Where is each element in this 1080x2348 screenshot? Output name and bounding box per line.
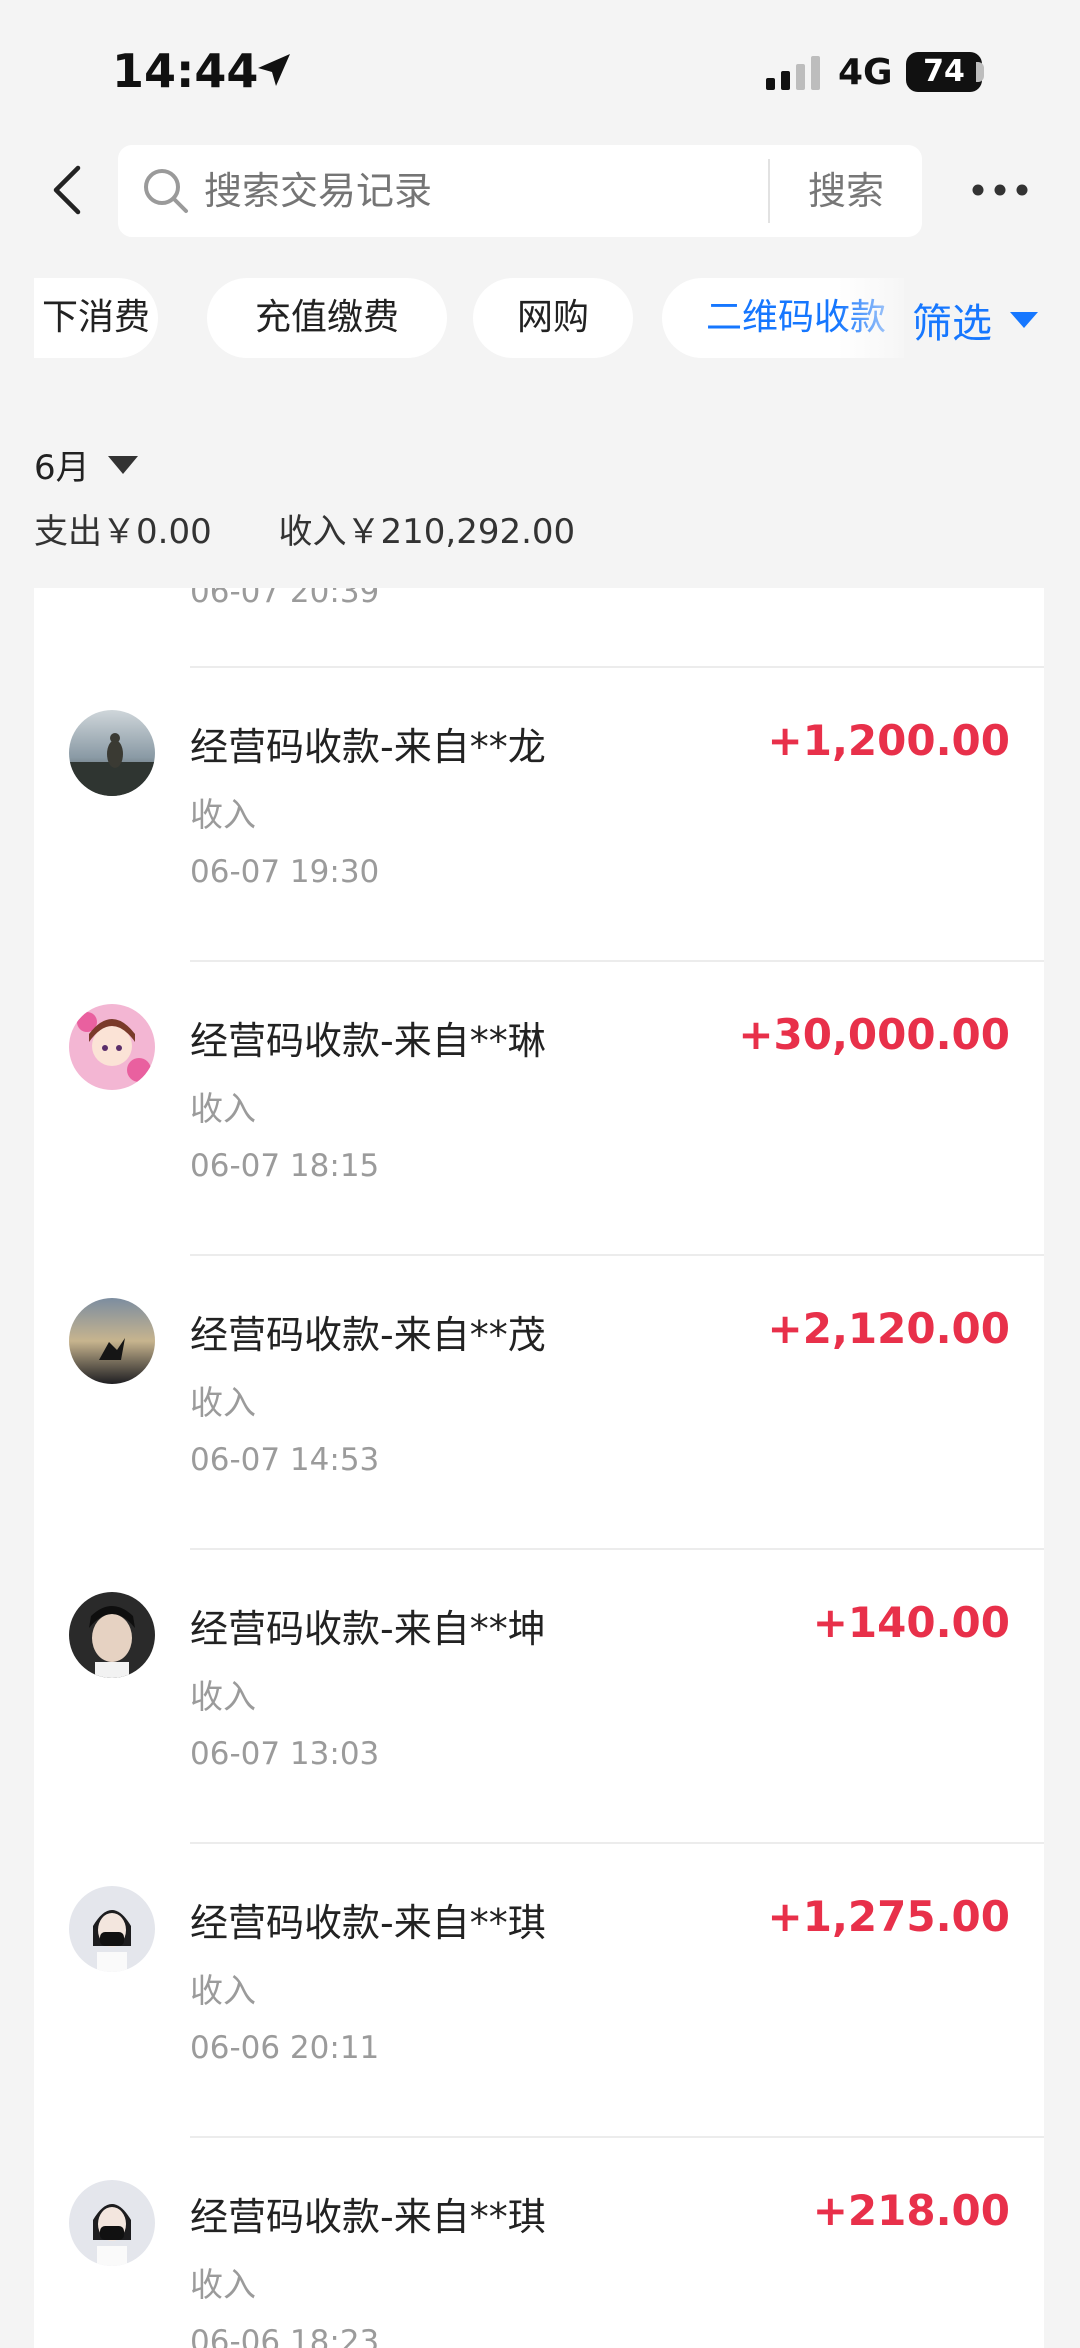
chip-label: 充值缴费 xyxy=(254,297,399,338)
transaction-time: 06-07 14:53 xyxy=(190,1442,380,1478)
chip-label: 下消费 xyxy=(41,297,150,338)
filter-dropdown-icon xyxy=(1010,312,1038,328)
transaction-row[interactable]: 经营码收款-来自**琪 收入 06-06 18:23 +218.00 xyxy=(34,2136,1044,2348)
transaction-title: 经营码收款-来自**琪 xyxy=(190,1901,546,1945)
category-chip-bar[interactable]: 下消费 充值缴费 网购 二维码收款 xyxy=(34,278,904,362)
transaction-amount: +218.00 xyxy=(812,2186,1010,2235)
transaction-type: 收入 xyxy=(190,795,256,834)
chip-offline-consumption[interactable]: 下消费 xyxy=(34,278,158,358)
transaction-amount: +1,200.00 xyxy=(767,716,1010,765)
transaction-row[interactable]: 经营码收款-来自**琪 收入 06-06 20:11 +1,275.00 xyxy=(34,1842,1044,2136)
transaction-amount: +1,275.00 xyxy=(767,1892,1010,1941)
transaction-row[interactable]: 经营码收款-来自**茂 收入 06-07 14:53 +2,120.00 xyxy=(34,1254,1044,1548)
avatar xyxy=(69,1592,155,1678)
transaction-time: 06-06 20:11 xyxy=(190,2030,380,2066)
battery-icon: 74 xyxy=(906,52,982,92)
network-type: 4G xyxy=(838,52,893,93)
chip-online-shopping[interactable]: 网购 xyxy=(473,278,633,358)
transaction-type: 收入 xyxy=(190,2265,256,2304)
status-time: 14:44 xyxy=(112,44,259,98)
month-selector[interactable]: 6月 xyxy=(34,440,138,489)
transaction-list: 06-07 20:39 经营码收款-来自**龙 收入 06-07 19:30 +… xyxy=(34,588,1044,2348)
row-divider xyxy=(190,666,1044,668)
transaction-time: 06-07 13:03 xyxy=(190,1736,380,1772)
income-total: 收入￥210,292.00 xyxy=(278,512,576,552)
transaction-time: 06-06 18:23 xyxy=(190,2324,380,2348)
transaction-title: 经营码收款-来自**龙 xyxy=(190,725,546,769)
search-icon xyxy=(144,169,188,213)
transaction-title: 经营码收款-来自**琳 xyxy=(190,1019,546,1063)
battery-cap xyxy=(976,62,984,82)
month-dropdown-icon xyxy=(107,455,138,474)
transaction-amount: +30,000.00 xyxy=(738,1010,1010,1059)
signal-icon xyxy=(766,56,820,90)
month-summary: 支出￥0.00 收入￥210,292.00 xyxy=(34,504,631,553)
avatar xyxy=(69,1004,155,1090)
avatar xyxy=(69,1886,155,1972)
transaction-time: 06-07 19:30 xyxy=(190,854,380,890)
transaction-amount: +2,120.00 xyxy=(767,1304,1010,1353)
row-divider xyxy=(190,1842,1044,1844)
transaction-type: 收入 xyxy=(190,1971,256,2010)
transaction-title: 经营码收款-来自**茂 xyxy=(190,1313,546,1357)
transaction-title: 经营码收款-来自**琪 xyxy=(190,2195,546,2239)
transaction-row[interactable]: 经营码收款-来自**龙 收入 06-07 19:30 +1,200.00 xyxy=(34,666,1044,960)
search-input[interactable] xyxy=(204,145,764,237)
transaction-time: 06-07 18:15 xyxy=(190,1148,380,1184)
chip-bar-fade xyxy=(838,278,918,362)
expense-total: 支出￥0.00 xyxy=(34,512,212,552)
back-arrow-icon[interactable] xyxy=(40,160,100,220)
more-options-icon[interactable] xyxy=(968,166,1032,214)
transaction-amount: +140.00 xyxy=(812,1598,1010,1647)
search-bar[interactable]: 搜索 xyxy=(118,145,922,237)
chip-recharge[interactable]: 充值缴费 xyxy=(207,278,447,358)
transaction-type: 收入 xyxy=(190,1089,256,1128)
row-divider xyxy=(190,1254,1044,1256)
transaction-type: 收入 xyxy=(190,1677,256,1716)
avatar xyxy=(69,710,155,796)
month-label: 6月 xyxy=(34,448,90,488)
transaction-title: 经营码收款-来自**坤 xyxy=(190,1607,546,1651)
row-divider xyxy=(190,2136,1044,2138)
chip-label: 网购 xyxy=(516,297,589,338)
filter-label: 筛选 xyxy=(912,301,992,347)
row-divider xyxy=(190,960,1044,962)
status-bar: 14:44 4G 74 xyxy=(0,0,1080,140)
transaction-row[interactable]: 经营码收款-来自**琳 收入 06-07 18:15 +30,000.00 xyxy=(34,960,1044,1254)
partial-row-time: 06-07 20:39 xyxy=(190,588,380,610)
avatar xyxy=(69,2180,155,2266)
transaction-type: 收入 xyxy=(190,1383,256,1422)
row-divider xyxy=(190,1548,1044,1550)
avatar xyxy=(69,1298,155,1384)
transaction-row[interactable]: 经营码收款-来自**坤 收入 06-07 13:03 +140.00 xyxy=(34,1548,1044,1842)
search-button[interactable]: 搜索 xyxy=(770,145,922,237)
filter-button[interactable]: 筛选 xyxy=(912,290,1038,350)
location-arrow-icon xyxy=(258,54,290,86)
